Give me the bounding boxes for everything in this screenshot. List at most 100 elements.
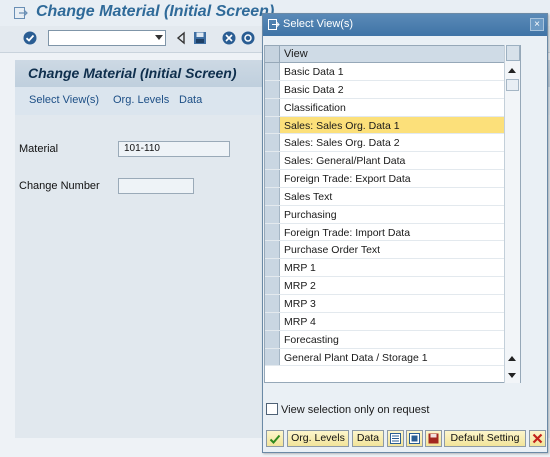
dialog-title-bar: Select View(s) × [263,14,547,36]
dialog-footer: Org. Levels Data Default Setting [266,430,546,448]
view-label: Purchasing [284,208,337,221]
scroll-down-icon[interactable] [508,373,516,378]
org-levels-button[interactable]: Org. Levels [287,430,349,447]
select-views-button[interactable]: Select View(s) [29,94,99,106]
column-settings-box[interactable] [506,45,520,61]
cancel-icon[interactable] [222,31,236,45]
view-label: MRP 3 [284,297,316,310]
view-label: Classification [284,101,346,114]
select-all-column[interactable] [265,46,280,62]
view-label: Sales: General/Plant Data [284,155,406,168]
select-views-dialog: Select View(s) × View Basic Data 1 Basic … [262,13,548,453]
cancel-button[interactable] [529,430,546,447]
view-row[interactable]: MRP 3 [265,294,520,313]
close-icon[interactable]: × [530,18,544,31]
select-all-icon [390,433,401,444]
scroll-up-icon[interactable] [508,356,516,361]
view-selection-label: View selection only on request [281,404,430,416]
data-button[interactable]: Data [179,94,202,106]
data-button[interactable]: Data [352,430,384,447]
exit-icon [14,7,28,19]
view-label: Forecasting [284,333,339,346]
view-row[interactable]: Classification [265,98,520,117]
chevron-down-icon[interactable] [155,35,163,40]
deselect-all-icon [409,433,420,444]
view-label: MRP 2 [284,280,316,293]
view-label: Basic Data 2 [284,83,344,96]
view-row[interactable]: Sales: Sales Org. Data 1 [265,116,520,135]
save-icon[interactable] [193,31,207,45]
table-body: Basic Data 1 Basic Data 2 Classification Sa… [265,63,520,367]
view-row[interactable]: Sales: Sales Org. Data 2 [265,134,520,153]
view-row[interactable]: Sales Text [265,187,520,206]
view-label: Foreign Trade: Import Data [284,226,411,239]
row-selector[interactable] [265,98,280,116]
screen-title: Change Material (Initial Screen) [28,65,237,81]
scroll-up-icon[interactable] [508,68,516,73]
back-icon[interactable] [175,31,189,45]
row-selector[interactable] [265,348,280,366]
row-selector[interactable] [265,277,280,294]
view-row[interactable]: Purchasing [265,205,520,224]
view-label: Sales: Sales Org. Data 2 [284,137,400,150]
table-header: View [265,46,520,63]
deselect-all-button[interactable] [406,430,423,447]
row-selector[interactable] [265,205,280,223]
view-row[interactable]: MRP 2 [265,277,520,295]
change-number-input[interactable] [118,178,194,194]
view-label: MRP 1 [284,262,316,275]
view-row[interactable]: Foreign Trade: Import Data [265,223,520,242]
dialog-title: Select View(s) [283,18,354,30]
row-selector[interactable] [265,134,280,152]
view-row[interactable]: Basic Data 1 [265,63,520,81]
view-label: Sales Text [284,190,333,203]
command-field[interactable] [48,30,166,46]
material-input[interactable]: 101-110 [118,141,230,157]
confirm-button[interactable] [266,430,284,447]
view-label: Basic Data 1 [284,66,344,78]
material-label: Material [19,143,59,155]
view-label: Sales: Sales Org. Data 1 [284,119,400,132]
view-row[interactable]: Sales: General/Plant Data [265,152,520,171]
view-label: Purchase Order Text [284,244,381,257]
row-selector[interactable] [265,294,280,312]
view-row[interactable]: Basic Data 2 [265,80,520,99]
enter-icon[interactable] [23,31,37,45]
org-levels-button[interactable]: Org. Levels [113,94,169,106]
view-selection-checkbox[interactable] [266,403,278,415]
views-table: View Basic Data 1 Basic Data 2 Classificat… [264,45,521,383]
view-row[interactable]: General Plant Data / Storage 1 [265,348,520,367]
default-setting-button[interactable]: Default Setting [444,430,526,447]
change-number-label: Change Number [19,180,100,192]
select-all-button[interactable] [387,430,404,447]
view-row[interactable]: Foreign Trade: Export Data [265,170,520,188]
row-selector[interactable] [265,187,280,205]
row-selector[interactable] [265,80,280,98]
scroll-thumb[interactable] [506,79,519,91]
view-label: Foreign Trade: Export Data [284,173,411,186]
vertical-scrollbar[interactable] [504,45,520,383]
save-default-button[interactable] [425,430,442,447]
cancel-icon [532,433,543,444]
row-selector[interactable] [265,116,280,134]
window-title: Change Material (Initial Screen) [36,3,275,20]
view-label: MRP 4 [284,315,316,328]
view-row[interactable]: Forecasting [265,330,520,349]
row-selector[interactable] [265,259,280,277]
shortcut-icon[interactable] [241,31,255,45]
row-selector[interactable] [265,223,280,241]
row-selector[interactable] [265,63,280,80]
view-row[interactable]: Purchase Order Text [265,241,520,260]
row-selector[interactable] [265,312,280,330]
row-selector[interactable] [265,170,280,187]
row-selector[interactable] [265,241,280,259]
view-selection-option[interactable]: View selection only on request [266,403,429,416]
row-selector[interactable] [265,330,280,348]
view-row[interactable]: MRP 1 [265,259,520,278]
view-row[interactable]: MRP 4 [265,312,520,331]
check-icon [269,434,281,444]
row-selector[interactable] [265,152,280,170]
view-label: General Plant Data / Storage 1 [284,351,428,364]
window-icon [268,19,280,30]
view-column-header: View [284,48,308,60]
